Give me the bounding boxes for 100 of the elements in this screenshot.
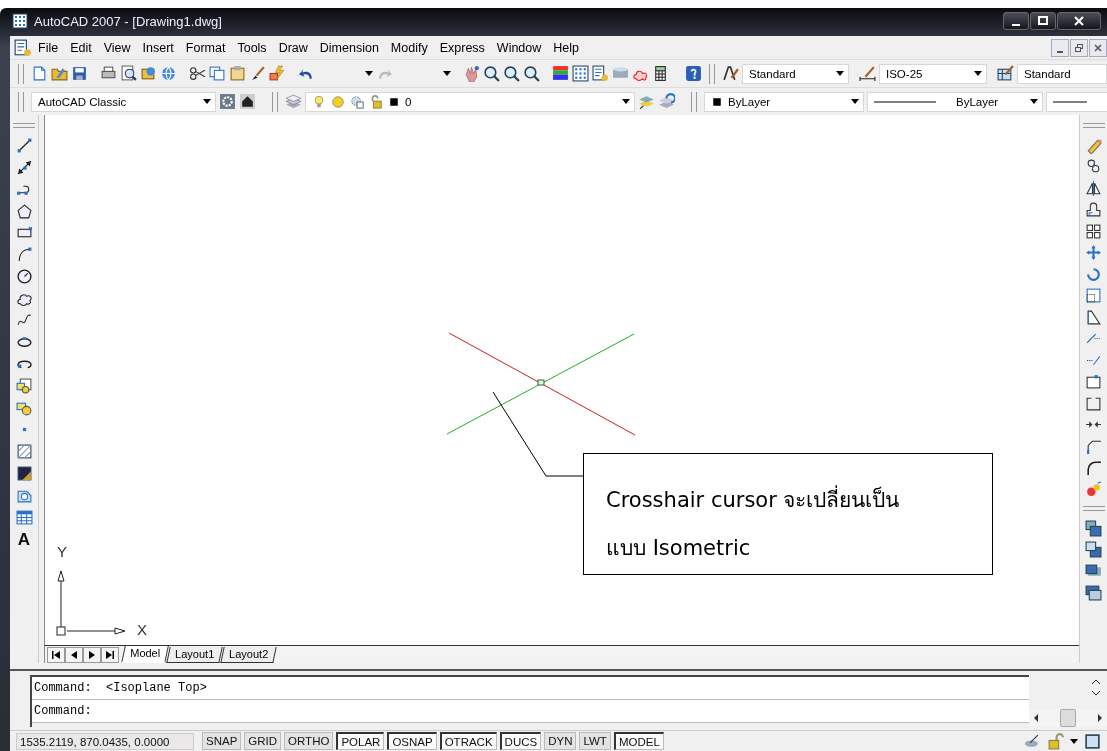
break-box-icon[interactable]	[1085, 373, 1102, 390]
mirror-triangles-icon[interactable]	[1085, 179, 1102, 197]
sun-icon[interactable]	[331, 94, 345, 109]
pages-icon[interactable]	[209, 65, 226, 82]
stretch-triangle-icon[interactable]	[1085, 308, 1102, 326]
house-icon[interactable]	[239, 93, 256, 110]
maximize-button[interactable]	[1030, 12, 1056, 30]
dimension-style-dropdown[interactable]: ISO-25	[879, 63, 987, 84]
minimize-button[interactable]	[1003, 12, 1029, 30]
status-toggle[interactable]: SNAP	[202, 732, 242, 750]
status-toggle[interactable]: DUCS	[499, 732, 542, 750]
document-icon[interactable]	[31, 65, 48, 82]
scroll-thumb[interactable]	[1060, 709, 1076, 727]
table-style-dropdown[interactable]: Standard	[1017, 63, 1107, 84]
status-toggle[interactable]: ORTHO	[284, 732, 334, 750]
zoom-icon[interactable]	[483, 65, 500, 82]
text-tool[interactable]: A	[17, 530, 31, 549]
dashed-rectangle-icon[interactable]	[1085, 287, 1102, 304]
linetype-dropdown[interactable]: ByLayer	[867, 91, 1043, 112]
calculator-icon[interactable]	[652, 65, 669, 82]
horizontal-scrollbar[interactable]	[1029, 709, 1107, 727]
menu-item[interactable]: Draw	[272, 40, 314, 55]
folder-icon[interactable]	[51, 65, 68, 82]
square-outline-icon[interactable]	[1084, 732, 1101, 750]
menu-item[interactable]: View	[97, 40, 137, 55]
scroll-left-icon[interactable]	[1033, 714, 1038, 722]
block-insert-icon[interactable]	[15, 377, 33, 395]
menu-item[interactable]: Format	[179, 40, 232, 55]
menu-item[interactable]: Tools	[231, 40, 273, 55]
scroll-down-icon[interactable]	[1092, 690, 1100, 696]
lightning-icon[interactable]	[269, 65, 286, 82]
status-toggle[interactable]: OTRACK	[439, 732, 497, 750]
menu-item[interactable]: File	[32, 40, 65, 55]
close-button[interactable]	[1057, 12, 1101, 30]
sun-box-icon[interactable]	[350, 94, 364, 109]
status-toggle[interactable]: GRID	[244, 732, 282, 750]
scissors-icon[interactable]	[189, 65, 206, 82]
brush-icon[interactable]	[249, 65, 266, 82]
lineweight-dropdown[interactable]	[1046, 91, 1107, 112]
gear-icon[interactable]	[219, 93, 236, 110]
close-button[interactable]	[1089, 38, 1107, 57]
status-toggle[interactable]: MODEL	[613, 732, 664, 750]
sheet-icon[interactable]	[14, 38, 32, 57]
menu-item[interactable]: Express	[433, 40, 491, 55]
menu-item[interactable]: Help	[547, 40, 586, 55]
globe-icon[interactable]	[160, 65, 177, 82]
menu-item[interactable]: Modify	[384, 40, 434, 55]
minimize-button[interactable]	[1051, 38, 1069, 57]
circle-icon[interactable]	[15, 268, 33, 286]
fillet-icon[interactable]	[1085, 459, 1102, 476]
open-padlock-icon[interactable]	[1047, 732, 1064, 750]
last-tab-button[interactable]	[101, 647, 119, 663]
stack-back-icon[interactable]	[1085, 541, 1102, 558]
previous-tab-button[interactable]	[65, 647, 83, 663]
stack-front-icon[interactable]	[1085, 519, 1102, 537]
table-pen-icon[interactable]	[997, 65, 1014, 82]
scroll-up-icon[interactable]	[1092, 678, 1100, 684]
text-style-dropdown[interactable]: Standard	[742, 63, 849, 84]
pentagon-icon[interactable]	[15, 202, 33, 220]
cross-arrows-icon[interactable]	[1085, 244, 1102, 261]
layers-icon[interactable]	[285, 93, 302, 110]
workspace-dropdown[interactable]: AutoCAD Classic	[31, 91, 216, 112]
magnifier-icon[interactable]	[120, 65, 137, 82]
satellite-icon[interactable]	[1024, 732, 1041, 750]
padlock-icon[interactable]	[369, 94, 383, 109]
scroll-right-icon[interactable]	[1098, 714, 1103, 722]
stack-below-icon[interactable]	[1085, 584, 1102, 601]
menu-item[interactable]: Window	[490, 40, 548, 55]
layout-tab[interactable]: Layout1	[166, 647, 223, 663]
grid-icon[interactable]	[572, 65, 589, 82]
hand-icon[interactable]	[463, 65, 480, 82]
zoom-icon[interactable]	[523, 65, 540, 82]
layer-dropdown[interactable]: 0	[305, 91, 635, 112]
pencil-eraser-icon[interactable]	[1085, 136, 1102, 154]
menu-item[interactable]: Insert	[136, 40, 180, 55]
menu-item[interactable]: Dimension	[313, 40, 385, 55]
menu-item[interactable]: Edit	[64, 40, 98, 55]
first-tab-button[interactable]	[47, 647, 65, 663]
status-toggle[interactable]: POLAR	[336, 732, 385, 750]
bulb-icon[interactable]	[312, 94, 326, 109]
double-arrow-line-icon[interactable]	[15, 158, 33, 176]
next-tab-button[interactable]	[83, 647, 101, 663]
table-icon[interactable]	[15, 509, 33, 527]
status-toggle[interactable]: DYN	[544, 732, 577, 750]
offset-shape-icon[interactable]	[1085, 201, 1102, 218]
zoom-icon[interactable]	[503, 65, 520, 82]
layers-undo-icon[interactable]	[658, 93, 675, 110]
linked-circles-icon[interactable]	[1085, 158, 1102, 175]
color-dropdown[interactable]: ByLayer	[704, 91, 864, 112]
gradient-icon[interactable]	[15, 465, 33, 483]
dimension-pen-icon[interactable]	[859, 65, 876, 82]
status-toggle[interactable]: LWT	[579, 732, 611, 750]
status-toggle[interactable]: OSNAP	[387, 732, 437, 750]
restore-button[interactable]	[1070, 38, 1088, 57]
burst-icon[interactable]	[1085, 480, 1102, 498]
four-squares-icon[interactable]	[1085, 222, 1102, 240]
layout-tab[interactable]: Layout2	[220, 647, 277, 663]
sheet-icon[interactable]	[592, 65, 609, 82]
help-icon[interactable]	[685, 65, 702, 82]
layout-tab[interactable]: Model	[121, 646, 169, 663]
